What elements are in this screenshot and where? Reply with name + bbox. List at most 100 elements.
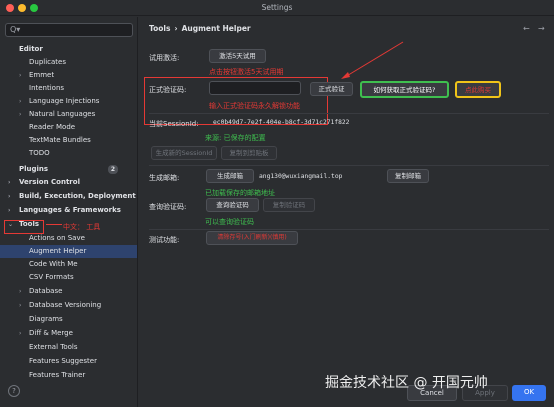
settings-sidebar: Q▾ Editor Duplicates › Emmet Intentions ›… [0, 17, 138, 407]
chevron-right-icon: › [8, 193, 11, 200]
sidebar-item-build-execution-deployment[interactable]: › Build, Execution, Deployment [0, 190, 137, 203]
sidebar-item-intentions[interactable]: Intentions [0, 82, 137, 95]
license-code-input[interactable] [209, 81, 301, 95]
sidebar-item-features-trainer[interactable]: Features Trainer [0, 369, 137, 382]
email-value: ang130@wuxiangmail.top [259, 173, 343, 180]
sidebar-item-augment-helper[interactable]: Augment Helper [0, 245, 137, 258]
test-label: 测试功能: [149, 236, 180, 244]
breadcrumb: Tools › Augment Helper [149, 24, 255, 33]
sidebar-item-label: Language Injections [29, 97, 100, 105]
session-id-value: ec0b49d7-7e2f-404e-b8cf-3d71c271f822 [213, 119, 350, 126]
sidebar-item-reader-mode[interactable]: Reader Mode [0, 121, 137, 134]
chevron-right-icon: › [19, 302, 22, 309]
tools-annotation: 中文： 工具 [63, 223, 101, 231]
sidebar-item-natural-languages[interactable]: › Natural Languages [0, 108, 137, 121]
sidebar-item-label: Reader Mode [29, 123, 76, 131]
generate-session-button[interactable]: 生成新的SessionId [151, 146, 217, 160]
query-label: 查询验证码: [149, 203, 187, 211]
sidebar-item-label: Augment Helper [29, 247, 87, 255]
sidebar-item-plugins[interactable]: Plugins 2 [0, 163, 137, 176]
sidebar-item-label: Build, Execution, Deployment [19, 192, 136, 200]
sidebar-item-todo[interactable]: TODO [0, 147, 137, 160]
sidebar-item-label: TODO [29, 149, 50, 157]
back-arrow-icon[interactable]: ← [523, 24, 530, 33]
title-bar: Settings [0, 0, 554, 16]
sidebar-item-textmate-bundles[interactable]: TextMate Bundles [0, 134, 137, 147]
sidebar-item-database[interactable]: › Database [0, 285, 137, 298]
clear-account-button[interactable]: 清除存号(入门刷新)(慎用) [206, 231, 298, 245]
trial-label: 试用激活: [149, 54, 180, 62]
settings-content: Tools › Augment Helper ← → 试用激活: 激活5天试用 点击… [139, 17, 554, 407]
query-code-button[interactable]: 查询验证码 [206, 198, 259, 212]
sidebar-item-label: External Tools [29, 343, 78, 351]
session-source: 来源: 已保存的配置 [205, 134, 266, 142]
forward-arrow-icon[interactable]: → [538, 24, 545, 33]
activate-trial-button[interactable]: 激活5天试用 [209, 49, 266, 63]
sidebar-item-label: Editor [19, 45, 43, 53]
sidebar-item-label: Code With Me [29, 260, 78, 268]
how-to-get-code-button[interactable]: 如何获取正式验证码? [360, 81, 449, 98]
sidebar-item-emmet[interactable]: › Emmet [0, 69, 137, 82]
sidebar-item-version-control[interactable]: › Version Control [0, 176, 137, 189]
search-icon: Q▾ [10, 25, 21, 34]
buy-button[interactable]: 点此购买 [455, 81, 501, 98]
sidebar-item-label: Features Suggester [29, 357, 97, 365]
sidebar-item-label: TextMate Bundles [29, 136, 91, 144]
window-title: Settings [261, 3, 293, 12]
sidebar-item-label: Plugins [19, 165, 49, 173]
sidebar-item-label: Intentions [29, 84, 65, 92]
chevron-right-icon: › [19, 330, 22, 337]
chevron-right-icon: › [8, 179, 11, 186]
chevron-right-icon: › [8, 207, 11, 214]
sidebar-item-label: Database [29, 287, 63, 295]
sidebar-item-label: Natural Languages [29, 110, 96, 118]
copy-code-button[interactable]: 复制验证码 [263, 198, 315, 212]
annotation-arrow [341, 41, 404, 79]
license-hint: 输入正式验证码永久解锁功能 [209, 102, 300, 110]
sidebar-item-label: Languages & Frameworks [19, 206, 121, 214]
copy-session-button[interactable]: 复制到剪贴板 [221, 146, 277, 160]
sidebar-item-database-versioning[interactable]: › Database Versioning [0, 299, 137, 312]
breadcrumb-separator: › [174, 24, 178, 33]
page-title: Augment Helper [181, 24, 251, 33]
chevron-right-icon: › [19, 111, 22, 118]
sidebar-item-label: Diagrams [29, 315, 63, 323]
trial-hint: 点击按钮激活5天试用期 [209, 68, 284, 76]
ok-button[interactable]: OK [512, 385, 546, 401]
sidebar-item-code-with-me[interactable]: Code With Me [0, 258, 137, 271]
plugins-count-badge: 2 [108, 165, 118, 174]
copy-email-button[interactable]: 复制邮箱 [387, 169, 429, 183]
email-label: 生成邮箱: [149, 174, 180, 182]
sidebar-item-language-injections[interactable]: › Language Injections [0, 95, 137, 108]
section-divider [149, 113, 549, 114]
sidebar-item-duplicates[interactable]: Duplicates [0, 56, 137, 69]
sidebar-item-label: Features Trainer [29, 371, 86, 379]
generate-email-button[interactable]: 生成邮箱 [206, 169, 254, 183]
sidebar-item-label: Actions on Save [29, 234, 85, 242]
email-hint: 已加载保存的邮箱地址 [205, 189, 275, 197]
sidebar-item-label: Database Versioning [29, 301, 102, 309]
sidebar-item-label: Version Control [19, 178, 80, 186]
license-label: 正式验证码: [149, 86, 187, 94]
sidebar-item-diagrams[interactable]: Diagrams [0, 313, 137, 326]
annotation-arrow [46, 224, 62, 225]
sidebar-item-editor[interactable]: Editor [0, 43, 137, 56]
session-label: 当前SessionId: [149, 120, 199, 128]
sidebar-item-label: Diff & Merge [29, 329, 73, 337]
chevron-right-icon: › [19, 98, 22, 105]
sidebar-item-diff-merge[interactable]: › Diff & Merge [0, 327, 137, 340]
help-icon[interactable]: ? [8, 385, 20, 397]
search-input[interactable]: Q▾ [5, 23, 133, 37]
verify-license-button[interactable]: 正式验证 [310, 82, 353, 96]
sidebar-item-features-suggester[interactable]: Features Suggester [0, 355, 137, 368]
sidebar-item-languages-frameworks[interactable]: › Languages & Frameworks [0, 204, 137, 217]
breadcrumb-parent[interactable]: Tools [149, 24, 170, 33]
sidebar-item-label: Emmet [29, 71, 55, 79]
tools-highlight-box [4, 220, 44, 234]
sidebar-item-external-tools[interactable]: External Tools [0, 341, 137, 354]
sidebar-item-label: CSV Formats [29, 273, 74, 281]
sidebar-item-csv-formats[interactable]: CSV Formats [0, 271, 137, 284]
chevron-right-icon: › [19, 72, 22, 79]
watermark: 掘金技术社区 @ 开国元帅 [325, 375, 488, 391]
chevron-right-icon: › [19, 288, 22, 295]
